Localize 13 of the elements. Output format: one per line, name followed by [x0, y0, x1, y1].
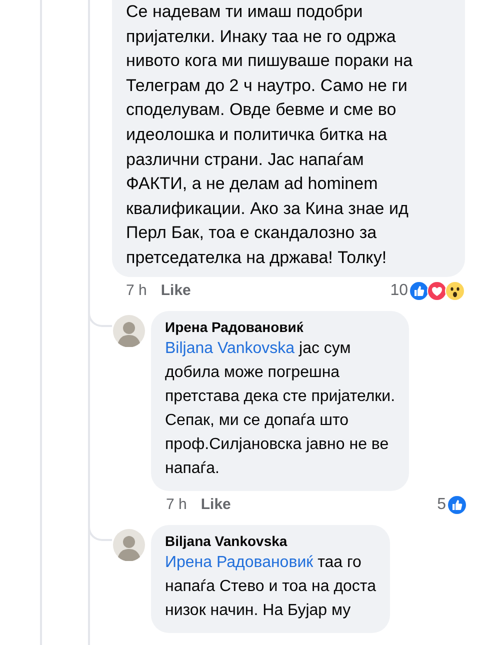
mention-link[interactable]: Biljana Vankovska: [165, 340, 295, 357]
mention-link[interactable]: Ирена Радовановиќ: [165, 554, 314, 571]
like-link[interactable]: Like: [200, 496, 231, 514]
like-link[interactable]: Like: [160, 282, 191, 300]
comment-text: Biljana Vankovska јас сум добила може погрешна претстава дека сте пријателки. Сепак, ми се допаѓа што проф.Силјановска јавно не ве напаѓа.: [165, 338, 396, 479]
author-name[interactable]: Ирена Радовановиќ: [165, 316, 396, 337]
reaction-count: 5: [437, 496, 446, 514]
comment-time: 7 h: [126, 282, 147, 300]
comment-text: Ирена Радовановиќ таа го напаѓа Стево и тоа на доста низок начин. На Бујар му: [165, 552, 376, 621]
comment-text: Се надевам ти имаш подобри пријателки. Инаку таа не го одржа нивото кога ми пишуваше пораки на Телеграм до 2 ч наутро. Само не ги споделувам. Овде бевме и сме во идеолошка и политичка битка на различни страни. Јас напаѓам ФАКТИ, а не делам ad hominem квалификации. Ако за Кина знае ид Перл Бак, тоа е скандалозно за претседателка на држава! Толку!: [126, 1, 414, 269]
author-name[interactable]: Biljana Vankovska: [165, 530, 376, 551]
reaction-count: 10: [390, 282, 408, 300]
comment-time: 7 h: [166, 496, 187, 514]
